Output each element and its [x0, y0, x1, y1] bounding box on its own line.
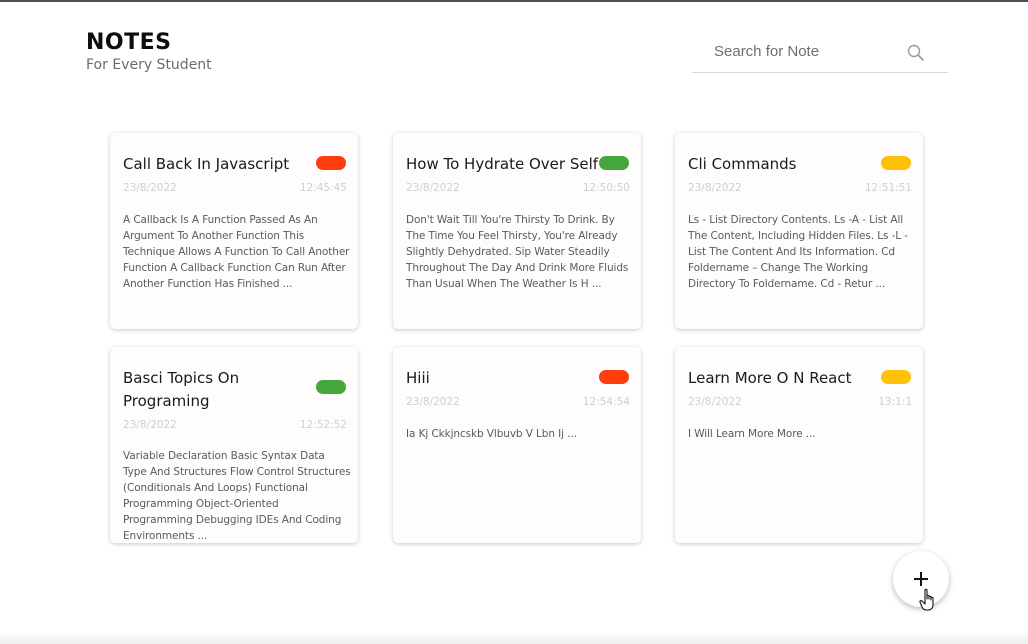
note-meta: 23/8/2022 13:1:1: [688, 396, 912, 410]
page-title: NOTES: [86, 30, 172, 55]
priority-tag: [599, 156, 629, 170]
note-body: Ls - List Directory Contents. Ls -A - Li…: [688, 214, 908, 290]
note-body: Variable Declaration Basic Syntax Data T…: [123, 450, 351, 542]
note-card[interactable]: Learn More O N React 23/8/2022 13:1:1 I …: [675, 347, 923, 543]
note-card[interactable]: Basci Topics On Programing 23/8/2022 12:…: [110, 347, 358, 543]
priority-tag: [316, 380, 346, 394]
note-title: Hiii: [406, 369, 430, 387]
note-title: Call Back In Javascript: [123, 155, 290, 173]
note-time: 12:45:45: [299, 182, 347, 194]
top-border: [0, 0, 1028, 2]
note-body: Don't Wait Till You're Thirsty To Drink.…: [406, 214, 629, 290]
note-card[interactable]: Hiii 23/8/2022 12:54:54 Ia Kj Ckkjncskb …: [393, 347, 641, 543]
note-body: A Callback Is A Function Passed As An Ar…: [123, 214, 350, 290]
note-card[interactable]: How To Hydrate Over Self 23/8/2022 12:50…: [393, 133, 641, 329]
note-time: 13:1:1: [878, 396, 912, 408]
note-title: Learn More O N React: [688, 369, 852, 387]
note-date: 23/8/2022: [688, 396, 742, 408]
note-meta: 23/8/2022 12:52:52: [123, 419, 347, 433]
note-card[interactable]: Cli Commands 23/8/2022 12:51:51 Ls - Lis…: [675, 133, 923, 329]
brand: NOTES For Every Student: [86, 30, 212, 74]
plus-icon: [911, 569, 931, 589]
note-date: 23/8/2022: [123, 419, 177, 431]
note-date: 23/8/2022: [688, 182, 742, 194]
note-meta: 23/8/2022 12:50:50: [406, 182, 630, 196]
note-date: 23/8/2022: [123, 182, 177, 194]
note-time: 12:50:50: [582, 182, 630, 194]
note-time: 12:52:52: [299, 419, 347, 431]
note-card[interactable]: Call Back In Javascript 23/8/2022 12:45:…: [110, 133, 358, 329]
hand-cursor-icon: [919, 588, 937, 612]
search-input[interactable]: [714, 40, 904, 62]
note-time: 12:54:54: [582, 396, 630, 408]
note-date: 23/8/2022: [406, 182, 460, 194]
bottom-edge: [0, 632, 1028, 644]
note-title: Basci Topics On Programing: [123, 369, 240, 410]
note-body: Ia Kj Ckkjncskb Vlbuvb V Lbn Ij ...: [406, 428, 577, 440]
note-date: 23/8/2022: [406, 396, 460, 408]
priority-tag: [881, 370, 911, 384]
note-title: How To Hydrate Over Self: [406, 155, 599, 173]
priority-tag: [881, 156, 911, 170]
note-title: Cli Commands: [688, 155, 797, 173]
note-meta: 23/8/2022 12:45:45: [123, 182, 347, 196]
page-subtitle: For Every Student: [86, 57, 212, 73]
note-body: I Will Learn More More ...: [688, 428, 816, 440]
search-icon[interactable]: [906, 43, 926, 63]
note-meta: 23/8/2022 12:54:54: [406, 396, 630, 410]
search-bar: [692, 36, 948, 73]
priority-tag: [599, 370, 629, 384]
note-time: 12:51:51: [864, 182, 912, 194]
priority-tag: [316, 156, 346, 170]
note-meta: 23/8/2022 12:51:51: [688, 182, 912, 196]
